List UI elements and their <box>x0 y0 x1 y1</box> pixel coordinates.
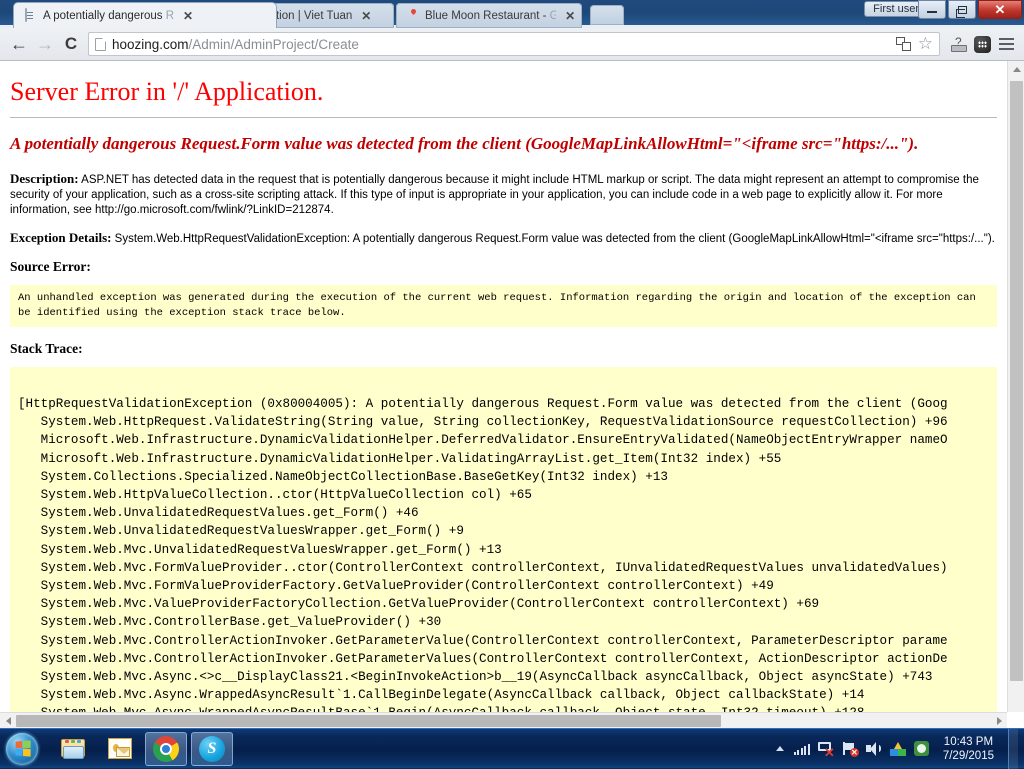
windows-logo-icon <box>6 733 38 765</box>
url-host: hoozing.com <box>112 37 189 52</box>
scroll-left-arrow-icon[interactable] <box>0 713 16 728</box>
translate-icon[interactable] <box>896 37 912 52</box>
stack-trace-line: Microsoft.Web.Infrastructure.DynamicVali… <box>18 431 989 449</box>
reload-button[interactable]: C <box>58 31 84 57</box>
tab-strip: A potentially dangerous R ✕ Information … <box>0 0 1024 28</box>
stack-trace-line: System.Web.Mvc.ValueProviderFactoryColle… <box>18 595 989 613</box>
stack-trace-line: System.Web.Mvc.FormValueProviderFactory.… <box>18 577 989 595</box>
address-bar[interactable]: hoozing.com/Admin/AdminProject/Create ☆ <box>88 32 940 56</box>
browser-tab-0-label: A potentially dangerous <box>43 10 166 22</box>
stack-trace-line: System.Web.Mvc.ControllerBase.get_ValueP… <box>18 613 989 631</box>
folder-icon <box>61 738 87 760</box>
minimize-button[interactable] <box>918 0 946 19</box>
exception-details-paragraph: Exception Details: System.Web.HttpReques… <box>10 230 997 247</box>
chrome-icon <box>153 736 179 762</box>
close-icon[interactable]: ✕ <box>360 10 372 22</box>
skype-icon: S <box>199 736 225 762</box>
outlook-icon <box>108 738 132 760</box>
taskbar-item-skype[interactable]: S <box>191 732 233 766</box>
close-icon[interactable]: ✕ <box>564 10 576 22</box>
stack-trace-line: System.Web.UnvalidatedRequestValuesWrapp… <box>18 522 989 540</box>
horizontal-scrollbar[interactable] <box>0 712 1007 728</box>
document-icon <box>24 9 38 23</box>
stack-trace-heading: Stack Trace: <box>10 341 997 357</box>
browser-window: A potentially dangerous R ✕ Information … <box>0 0 1024 728</box>
stack-trace-line: System.Web.Mvc.Async.WrappedAsyncResult`… <box>18 686 989 704</box>
taskbar-item-microsoft-outlook[interactable] <box>99 732 141 766</box>
stack-trace-line: System.Web.Mvc.ControllerActionInvoker.G… <box>18 650 989 668</box>
print-icon[interactable] <box>946 32 970 56</box>
sync-icon[interactable] <box>914 741 929 756</box>
action-center-flag-icon[interactable]: ✕ <box>842 742 858 756</box>
url-path: /Admin/AdminProject/Create <box>189 37 359 52</box>
maximize-button[interactable] <box>948 0 976 19</box>
clock-date: 7/29/2015 <box>943 749 994 763</box>
page-viewport: Server Error in '/' Application. A poten… <box>0 61 1024 728</box>
signal-strength-icon[interactable] <box>794 743 810 755</box>
clock-time: 10:43 PM <box>943 735 994 749</box>
error-subtitle: A potentially dangerous Request.Form val… <box>10 132 997 155</box>
extension-icon[interactable] <box>970 32 994 56</box>
exception-details-text: System.Web.HttpRequestValidationExceptio… <box>111 233 994 245</box>
stack-trace-line: System.Collections.Specialized.NameObjec… <box>18 468 989 486</box>
stack-trace-line: System.Web.HttpValueCollection..ctor(Htt… <box>18 486 989 504</box>
stack-trace-box: [HttpRequestValidationException (0x80004… <box>10 367 997 712</box>
vertical-scroll-thumb[interactable] <box>1010 81 1023 681</box>
stack-trace-line: System.Web.UnvalidatedRequestValues.get_… <box>18 504 989 522</box>
source-error-heading: Source Error: <box>10 259 997 275</box>
google-drive-icon[interactable] <box>890 742 906 756</box>
taskbar-item-google-chrome[interactable] <box>145 732 187 766</box>
stack-trace-line: [HttpRequestValidationException (0x80004… <box>18 395 989 413</box>
scroll-up-arrow-icon[interactable] <box>1008 61 1024 78</box>
stack-trace-line: Microsoft.Web.Infrastructure.DynamicVali… <box>18 450 989 468</box>
stack-trace-line: System.Web.Mvc.Async.<>c__DisplayClass21… <box>18 668 989 686</box>
browser-tab-0-label-dim: R <box>166 10 174 22</box>
start-button[interactable] <box>3 732 41 766</box>
exception-details-label: Exception Details: <box>10 230 111 245</box>
stack-trace-line: System.Web.Mvc.FormValueProvider..ctor(C… <box>18 559 989 577</box>
scroll-right-arrow-icon[interactable] <box>991 713 1007 728</box>
vertical-scrollbar[interactable] <box>1007 61 1024 712</box>
google-maps-icon <box>406 9 420 23</box>
chrome-menu-icon[interactable] <box>994 32 1018 56</box>
source-error-box: An unhandled exception was generated dur… <box>10 285 997 327</box>
page-info-icon[interactable] <box>95 38 106 51</box>
back-button[interactable]: ← <box>6 31 32 57</box>
windows-taskbar: S ✕ ✕ 10:43 PM 7/29/2015 <box>0 728 1024 768</box>
stack-trace-line: System.Web.Mvc.ControllerActionInvoker.G… <box>18 632 989 650</box>
new-tab-button[interactable] <box>590 5 624 25</box>
taskbar-item-windows-explorer[interactable] <box>53 732 95 766</box>
title-divider <box>10 117 997 118</box>
forward-button[interactable]: → <box>32 31 58 57</box>
horizontal-scroll-thumb[interactable] <box>16 715 721 727</box>
clock[interactable]: 10:43 PM 7/29/2015 <box>937 735 994 763</box>
close-button[interactable]: ✕ <box>978 0 1022 19</box>
window-controls: ✕ <box>918 0 1022 19</box>
stack-trace-line: System.Web.HttpRequest.ValidateString(St… <box>18 413 989 431</box>
description-text: ASP.NET has detected data in the request… <box>10 174 979 216</box>
browser-tab-0[interactable]: A potentially dangerous R ✕ <box>14 3 276 28</box>
show-hidden-icons-icon[interactable] <box>776 746 784 751</box>
network-disconnected-icon[interactable]: ✕ <box>818 742 834 756</box>
taskbar-items: S <box>53 732 233 766</box>
stack-trace-line: System.Web.Mvc.Async.WrappedAsyncResultB… <box>18 704 989 712</box>
stack-trace-line: System.Web.Mvc.UnvalidatedRequestValuesW… <box>18 541 989 559</box>
bookmark-star-icon[interactable]: ☆ <box>918 36 933 52</box>
description-paragraph: Description: ASP.NET has detected data i… <box>10 171 997 218</box>
description-label: Description: <box>10 171 79 186</box>
volume-icon[interactable] <box>866 742 882 756</box>
show-desktop-button[interactable] <box>1008 729 1018 769</box>
error-page: Server Error in '/' Application. A poten… <box>0 61 1007 712</box>
page-title: Server Error in '/' Application. <box>10 77 997 107</box>
browser-tab-2-label-dim: G <box>550 10 557 22</box>
browser-tab-2[interactable]: Blue Moon Restaurant - G ✕ <box>396 3 582 28</box>
close-icon[interactable]: ✕ <box>182 10 194 22</box>
system-tray: ✕ ✕ 10:43 PM 7/29/2015 <box>776 729 1024 769</box>
browser-toolbar: ← → C hoozing.com/Admin/AdminProject/Cre… <box>0 28 1024 61</box>
browser-tab-2-label: Blue Moon Restaurant - <box>425 10 550 22</box>
